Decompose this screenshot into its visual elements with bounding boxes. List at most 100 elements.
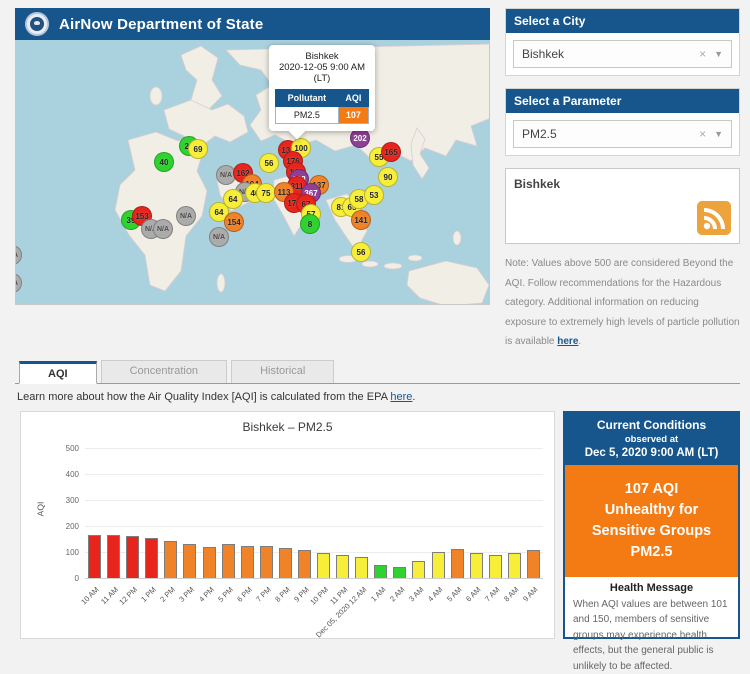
popup-lt: (LT) bbox=[275, 73, 369, 84]
chart-bar[interactable] bbox=[241, 546, 254, 577]
health-message-section: Health Message When AQI values are betwe… bbox=[565, 577, 738, 674]
rss-icon[interactable] bbox=[697, 201, 731, 235]
tab-concentration[interactable]: Concentration bbox=[101, 360, 228, 383]
state-department-seal-icon bbox=[25, 12, 49, 36]
chart-x-tick: 1 PM bbox=[139, 585, 158, 604]
parameter-clear-icon[interactable]: × bbox=[691, 127, 714, 141]
popup-datetime: 2020-12-05 9:00 AM bbox=[275, 62, 369, 73]
chart-bar[interactable] bbox=[107, 535, 120, 578]
aqi-pollutant-line: PM2.5 bbox=[571, 542, 732, 563]
current-conditions-title: Current Conditions bbox=[569, 418, 734, 432]
chart-bar[interactable] bbox=[183, 544, 196, 578]
popup-pollutant-value: PM2.5 bbox=[276, 107, 339, 124]
aqi-map-marker[interactable]: 154 bbox=[224, 212, 244, 232]
select-city-panel: Select a City Bishkek × ▼ bbox=[505, 8, 740, 76]
city-select[interactable]: Bishkek × ▼ bbox=[513, 40, 732, 68]
chart-x-tick: 7 AM bbox=[483, 585, 501, 603]
chart-bar[interactable] bbox=[527, 550, 540, 578]
popup-table: Pollutant AQI PM2.5 107 bbox=[275, 89, 369, 124]
aqi-map-marker[interactable]: 69 bbox=[188, 139, 208, 159]
rss-city-label: Bishkek bbox=[514, 177, 731, 191]
aqi-map-marker[interactable]: N/A bbox=[209, 227, 229, 247]
chart-x-tick: 3 PM bbox=[178, 585, 197, 604]
chart-y-tick: 300 bbox=[51, 496, 79, 505]
aqi-map-marker[interactable]: N/A bbox=[153, 219, 173, 239]
chart-y-tick: 400 bbox=[51, 470, 79, 479]
chart-bar[interactable] bbox=[222, 544, 235, 578]
chart-x-tick: 10 PM bbox=[308, 585, 330, 607]
popup-pollutant-header: Pollutant bbox=[276, 90, 339, 107]
chart-x-tick: 5 AM bbox=[445, 585, 463, 603]
chart-y-tick: 200 bbox=[51, 522, 79, 531]
aqi-map-marker[interactable]: 40 bbox=[154, 152, 174, 172]
map-popup: Bishkek 2020-12-05 9:00 AM (LT) Pollutan… bbox=[269, 45, 375, 131]
chart-bar[interactable] bbox=[88, 535, 101, 578]
note-here-link[interactable]: here bbox=[557, 336, 578, 347]
app-title: AirNow Department of State bbox=[59, 16, 263, 33]
city-clear-icon[interactable]: × bbox=[691, 47, 714, 61]
chart-x-tick: 6 AM bbox=[464, 585, 482, 603]
observed-at-label: observed at bbox=[569, 434, 734, 445]
parameter-caret-icon[interactable]: ▼ bbox=[714, 129, 723, 139]
learn-more-text: Learn more about how the Air Quality Ind… bbox=[17, 391, 740, 403]
tab-historical[interactable]: Historical bbox=[231, 360, 334, 383]
learn-more-suffix: . bbox=[412, 391, 415, 403]
aqi-map-marker[interactable]: N/A bbox=[15, 273, 22, 293]
aqi-map-marker[interactable]: 56 bbox=[351, 242, 371, 262]
tab-aqi[interactable]: AQI bbox=[19, 361, 97, 384]
aqi-map-marker[interactable]: 75 bbox=[256, 183, 276, 203]
chart-x-tick: 5 PM bbox=[216, 585, 235, 604]
chart-bar[interactable] bbox=[374, 565, 387, 577]
learn-more-body: Learn more about how the Air Quality Ind… bbox=[17, 391, 390, 403]
chart-bar[interactable] bbox=[336, 555, 349, 578]
chart-gridline bbox=[85, 500, 543, 501]
chart-bar[interactable] bbox=[432, 552, 445, 577]
chart-bar[interactable] bbox=[298, 550, 311, 577]
chart-bar[interactable] bbox=[355, 557, 368, 578]
aqi-map-marker[interactable]: 8 bbox=[300, 214, 320, 234]
chart-bar[interactable] bbox=[412, 561, 425, 578]
chart-bar[interactable] bbox=[451, 549, 464, 577]
app-header: AirNow Department of State bbox=[15, 8, 490, 40]
rss-feed-box: Bishkek bbox=[505, 168, 740, 244]
chart-bar[interactable] bbox=[145, 538, 158, 577]
select-parameter-panel: Select a Parameter PM2.5 × ▼ bbox=[505, 88, 740, 156]
note-suffix: . bbox=[578, 336, 581, 347]
chart-bar[interactable] bbox=[164, 541, 177, 577]
learn-more-here-link[interactable]: here bbox=[390, 391, 412, 403]
chart-bar[interactable] bbox=[508, 553, 521, 578]
chart-gridline bbox=[85, 448, 543, 449]
chart-x-tick: 1 AM bbox=[369, 585, 387, 603]
select-parameter-header: Select a Parameter bbox=[506, 89, 739, 113]
aqi-map-marker[interactable]: 141 bbox=[351, 210, 371, 230]
chart-bar[interactable] bbox=[317, 553, 330, 578]
aqi-map-marker[interactable]: N/A bbox=[15, 245, 22, 265]
chart-x-tick: 6 PM bbox=[235, 585, 254, 604]
chart-y-axis-label: AQI bbox=[35, 501, 45, 516]
chart-bar[interactable] bbox=[279, 548, 292, 577]
select-city-header: Select a City bbox=[506, 9, 739, 33]
observed-datetime: Dec 5, 2020 9:00 AM (LT) bbox=[569, 447, 734, 459]
chart-x-tick: 4 PM bbox=[197, 585, 216, 604]
chart-bar[interactable] bbox=[393, 567, 406, 578]
aqi-map-marker[interactable]: 202 bbox=[350, 128, 370, 148]
page: AirNow Department of State bbox=[0, 0, 750, 639]
chart-bar[interactable] bbox=[126, 536, 139, 577]
aqi-value-line: 107 AQI bbox=[571, 479, 732, 500]
world-aqi-map[interactable]: N/AN/A39153N/AN/A402669N/AN/A162104N/A46… bbox=[15, 40, 490, 305]
city-caret-icon[interactable]: ▼ bbox=[714, 49, 723, 59]
chart-x-tick: 3 AM bbox=[407, 585, 425, 603]
aqi-map-marker[interactable]: N/A bbox=[176, 206, 196, 226]
chart-bar[interactable] bbox=[470, 553, 483, 578]
chart-bar[interactable] bbox=[489, 555, 502, 577]
aqi-map-marker[interactable]: 53 bbox=[364, 185, 384, 205]
aqi-map-marker[interactable]: 56 bbox=[259, 153, 279, 173]
parameter-select[interactable]: PM2.5 × ▼ bbox=[513, 120, 732, 148]
chart-bar[interactable] bbox=[260, 546, 273, 577]
aqi-bar-chart-panel: Bishkek – PM2.5 AQI 010020030040050010 A… bbox=[20, 411, 555, 639]
aqi-map-marker[interactable]: 165 bbox=[381, 142, 401, 162]
aqi-map-marker[interactable]: 90 bbox=[378, 167, 398, 187]
popup-city: Bishkek bbox=[275, 51, 369, 62]
note-text: Note: Values above 500 are considered Be… bbox=[505, 254, 740, 352]
chart-bar[interactable] bbox=[203, 547, 216, 578]
